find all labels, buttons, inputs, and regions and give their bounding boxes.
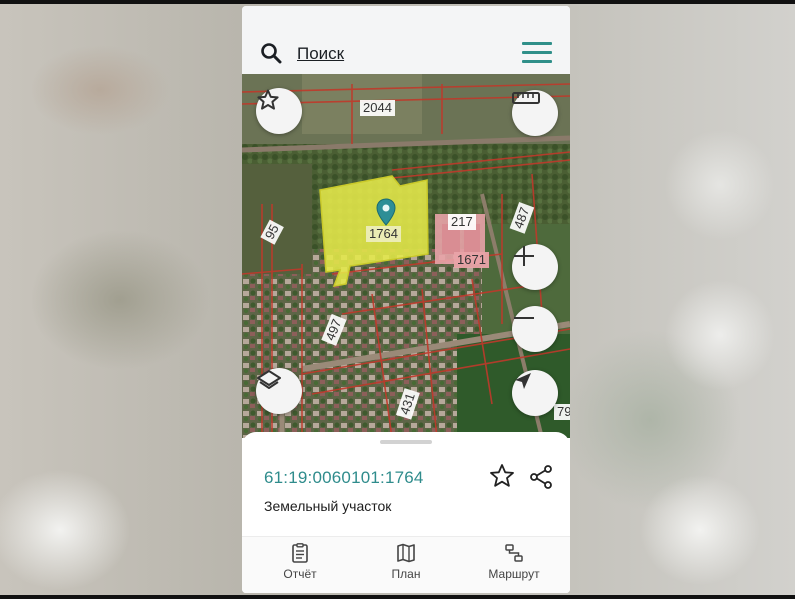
bottom-tab-bar: Отчёт План Маршрут: [242, 536, 570, 593]
parcel-type: Земельный участок: [264, 498, 392, 514]
tab-plan[interactable]: План: [361, 543, 451, 581]
plot-label-1671: 1671: [454, 252, 489, 268]
route-icon: [505, 544, 523, 562]
report-icon: [292, 543, 308, 563]
my-location-button[interactable]: [512, 370, 558, 416]
search-input[interactable]: Поиск: [297, 44, 344, 64]
minus-icon: [514, 317, 534, 319]
location-pin-icon[interactable]: [376, 198, 396, 226]
plot-label-1764: 1764: [366, 226, 401, 242]
tab-route[interactable]: Маршрут: [469, 543, 559, 581]
plot-label-2044: 2044: [360, 100, 395, 116]
letterbox-top: [0, 0, 795, 4]
map-plan-icon: [397, 543, 415, 563]
search-bar: Поиск: [242, 6, 570, 74]
zoom-out-button[interactable]: [512, 306, 558, 352]
star-icon: [257, 89, 279, 110]
tab-route-label: Маршрут: [488, 567, 540, 581]
ruler-icon: [512, 92, 540, 104]
menu-icon[interactable]: [522, 42, 552, 64]
letterbox-bottom: [0, 595, 795, 599]
star-icon[interactable]: [488, 462, 516, 490]
sheet-drag-handle[interactable]: [380, 440, 432, 444]
navigation-arrow-icon: [515, 373, 531, 389]
cadastral-number: 61:19:0060101:1764: [264, 468, 424, 487]
share-icon[interactable]: [528, 464, 554, 490]
zoom-in-button[interactable]: [512, 244, 558, 290]
satellite-map[interactable]: 2044 1764 217 1671 95 487 497 431 79: [242, 74, 570, 438]
tab-plan-label: План: [391, 567, 421, 581]
phone-screen: Поиск 2044 1764 217 1671 95 487 497 431 …: [242, 6, 570, 593]
search-icon[interactable]: [260, 42, 282, 64]
layers-button[interactable]: [256, 368, 302, 414]
plus-icon: [514, 246, 534, 266]
layers-icon: [257, 370, 281, 389]
ruler-button[interactable]: [512, 90, 558, 136]
tab-report[interactable]: Отчёт: [255, 543, 345, 581]
favorites-button[interactable]: [256, 88, 302, 134]
plot-label-217: 217: [448, 214, 476, 230]
tab-report-label: Отчёт: [283, 567, 317, 581]
plot-label-79: 79: [554, 404, 570, 420]
